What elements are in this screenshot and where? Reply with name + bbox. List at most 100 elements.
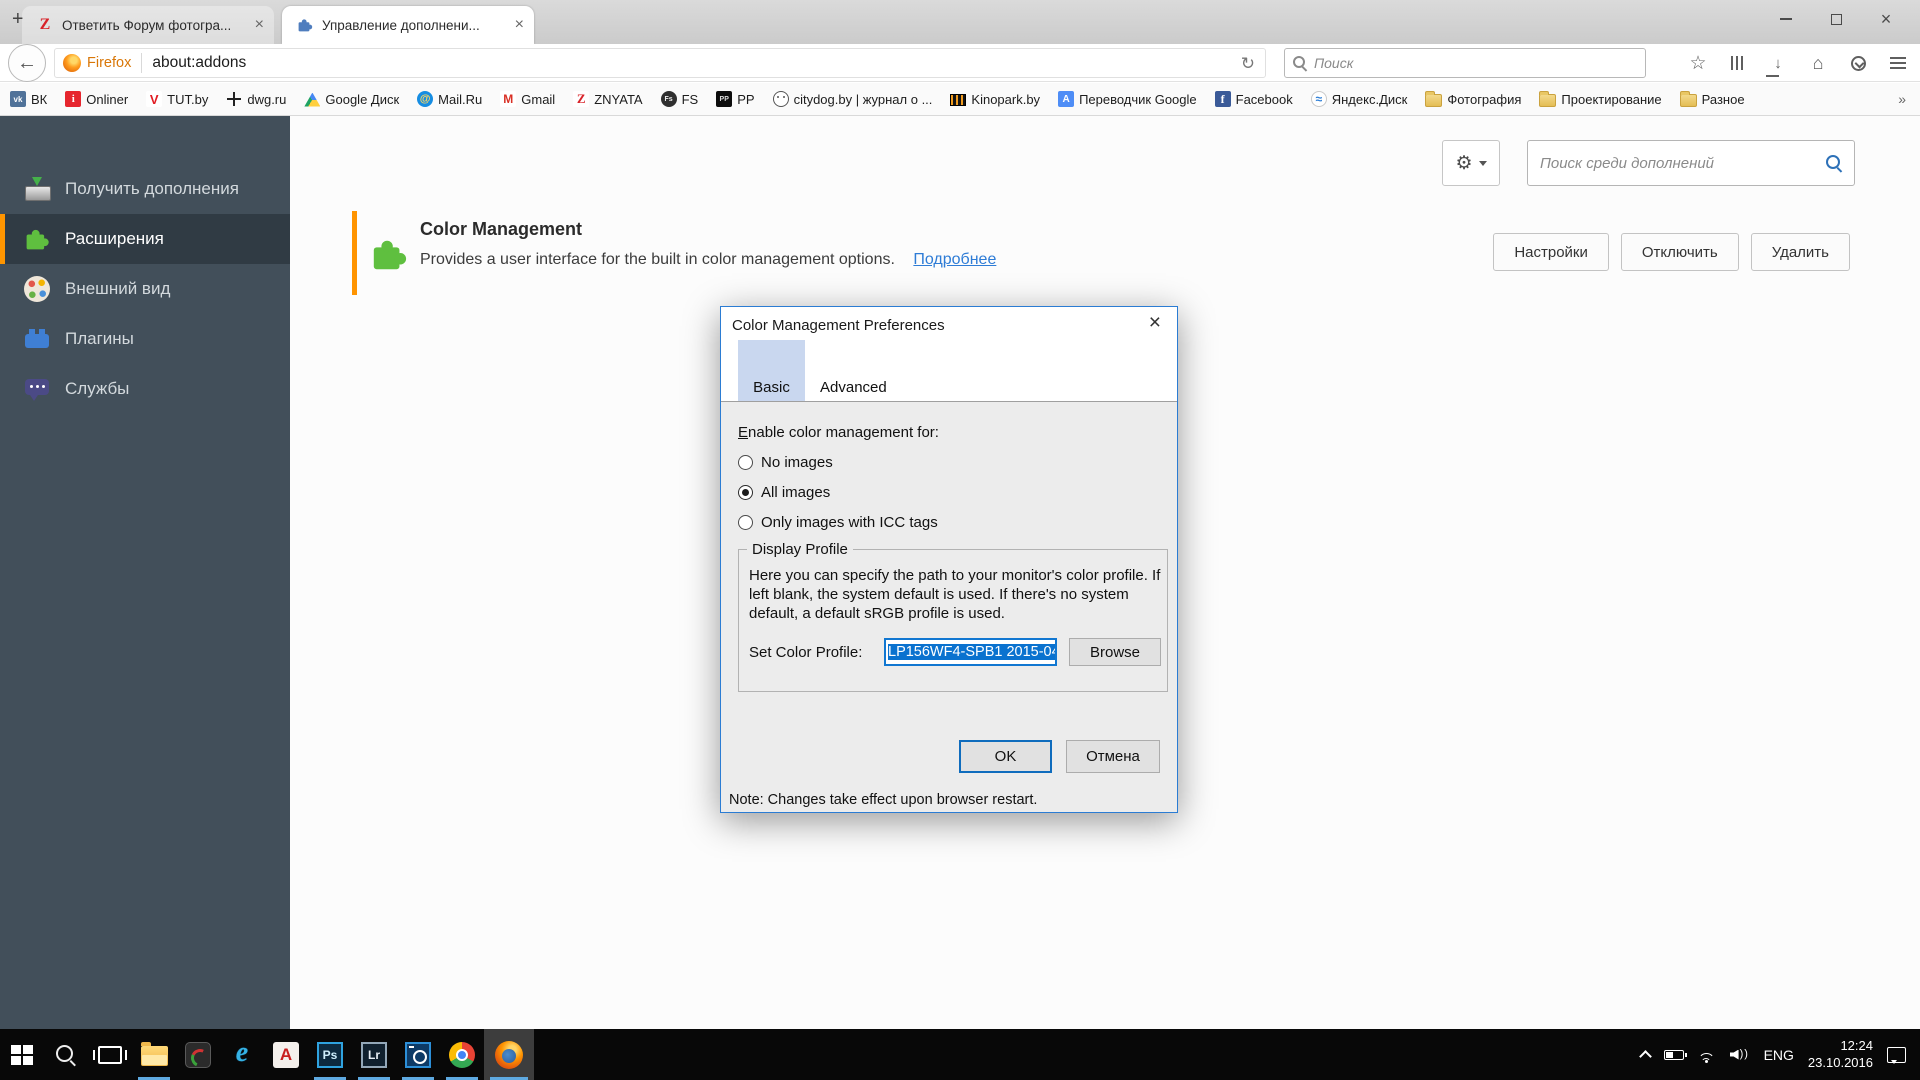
menu-icon[interactable] (1888, 53, 1908, 73)
bookmark-item[interactable]: ≈ Яндекс.Диск (1310, 91, 1407, 107)
volume-icon[interactable] (1730, 1048, 1750, 1062)
color-profile-input[interactable]: LP156WF4-SPB1 2015-04 (884, 638, 1057, 666)
bookmark-item[interactable]: PP PP (716, 91, 755, 107)
bookmarks-overflow-chevron[interactable]: » (1898, 91, 1910, 107)
tab-basic[interactable]: Basic (738, 340, 805, 401)
sidebar-item-services[interactable]: Службы (0, 364, 290, 414)
navigation-bar: ← Firefox about:addons ↻ ☆ ↓ ⌂ (0, 44, 1920, 82)
close-window-icon[interactable]: × (1878, 9, 1894, 29)
tray-chevron-icon[interactable] (1638, 1050, 1652, 1063)
tools-for-addons-button[interactable]: ⚙ (1442, 140, 1500, 186)
taskbar-clock[interactable]: 12:24 23.10.2016 (1808, 1038, 1873, 1071)
sidebar-item-get[interactable]: Получить дополнения (0, 164, 290, 214)
bookmark-item[interactable]: Google Диск (304, 92, 399, 107)
bookmark-item[interactable]: f Facebook (1214, 91, 1293, 107)
taskbar-taskview-button[interactable] (88, 1029, 132, 1080)
settings-button[interactable]: Настройки (1493, 233, 1609, 271)
identity-separator (141, 53, 143, 73)
bookmark-item[interactable]: @ Mail.Ru (417, 91, 482, 107)
bookmark-label: Facebook (1235, 91, 1293, 107)
browser-tab[interactable]: Z Ответить Форум фотогра... × (22, 6, 274, 44)
radio-option-2[interactable]: Only images with ICC tags (738, 512, 938, 532)
browse-button[interactable]: Browse (1069, 638, 1161, 666)
taskbar-search-button[interactable] (44, 1029, 88, 1080)
browser-search-box[interactable] (1284, 48, 1646, 78)
radio-option-0[interactable]: No images (738, 452, 833, 472)
bookmark-item[interactable]: Z ZNYATA (573, 91, 643, 107)
tab-close-icon[interactable]: × (255, 17, 264, 33)
dog-favicon-icon (772, 91, 789, 107)
radio-unchecked-icon[interactable] (738, 514, 753, 530)
bookmark-item[interactable]: V TUT.by (146, 91, 208, 107)
addons-search-icon[interactable] (1826, 155, 1842, 171)
site-identity[interactable]: Firefox (63, 54, 131, 72)
cancel-button[interactable]: Отмена (1066, 740, 1160, 773)
bookmark-item[interactable]: M Gmail (500, 91, 555, 107)
tab-close-icon[interactable]: × (515, 17, 524, 33)
tab-strip: Z Ответить Форум фотогра... × Управление до… (22, 6, 542, 44)
bookmark-item[interactable]: Фотография (1425, 90, 1521, 107)
bookmark-item[interactable]: Проектирование (1539, 90, 1662, 107)
browser-tab[interactable]: Управление дополнени... × (282, 6, 534, 44)
taskbar-explorer-button[interactable] (132, 1029, 176, 1080)
taskbar-autocad-button[interactable]: A (264, 1029, 308, 1080)
pocket-icon[interactable] (1848, 53, 1868, 73)
sidebar-item-plugins[interactable]: Плагины (0, 314, 290, 364)
bookmarks-toolbar: vk ВК i Onliner V TUT.by dwg.ru Google Диск @ Mai… (0, 83, 1920, 116)
gear-icon: ⚙ (1455, 152, 1473, 174)
bookmark-item[interactable]: A Переводчик Google (1058, 91, 1197, 107)
taskbar-ie-button[interactable]: e (220, 1029, 264, 1080)
dropdown-caret-icon (1478, 160, 1487, 170)
radio-label: All images (761, 483, 831, 501)
sidebar-item-appearance[interactable]: Внешний вид (0, 264, 290, 314)
bookmark-item[interactable]: vk ВК (10, 91, 47, 107)
taskview-icon (93, 1045, 127, 1064)
home-icon[interactable]: ⌂ (1808, 53, 1828, 73)
addons-search-input[interactable] (1540, 154, 1826, 172)
minimize-icon[interactable] (1778, 11, 1794, 27)
radio-checked-icon[interactable] (738, 484, 753, 500)
taskbar-firefox-button[interactable] (484, 1029, 534, 1080)
bookmark-item[interactable]: dwg.ru (226, 91, 286, 107)
addons-search-box[interactable] (1527, 140, 1855, 186)
back-button[interactable]: ← (8, 44, 46, 82)
taskbar-camera-button[interactable] (396, 1029, 440, 1080)
disable-button[interactable]: Отключить (1620, 233, 1739, 271)
tab-advanced[interactable]: Advanced (820, 379, 887, 396)
library-icon[interactable] (1728, 53, 1748, 73)
dialog-close-icon[interactable]: × (1143, 311, 1167, 335)
bookmark-star-icon[interactable]: ☆ (1688, 53, 1708, 74)
taskbar-photoshop-button[interactable]: Ps (308, 1029, 352, 1080)
taskbar-lightroom-button[interactable]: Lr (352, 1029, 396, 1080)
firefox-window: Z Ответить Форум фотогра... × Управление до… (0, 0, 1920, 1080)
extension-description-line: Provides a user interface for the built … (420, 251, 996, 269)
znyata-favicon-icon: Z (573, 91, 590, 107)
taskbar-start-button[interactable] (0, 1029, 44, 1080)
browser-search-input[interactable] (1314, 55, 1637, 71)
sidebar-item-extensions[interactable]: Расширения (0, 214, 290, 264)
more-link[interactable]: Подробнее (913, 251, 996, 268)
ok-button[interactable]: OK (959, 740, 1052, 773)
url-text[interactable]: about:addons (152, 54, 246, 72)
bookmark-item[interactable]: Разное (1679, 90, 1745, 107)
reload-icon[interactable]: ↻ (1241, 49, 1255, 79)
bookmark-item[interactable]: Fs FS (660, 91, 698, 107)
taskbar-gauge-button[interactable] (176, 1029, 220, 1080)
wifi-icon[interactable] (1697, 1047, 1716, 1063)
taskbar-chrome-button[interactable] (440, 1029, 484, 1080)
radio-option-1[interactable]: All images (738, 482, 830, 502)
downloads-icon[interactable]: ↓ (1766, 53, 1788, 77)
language-indicator[interactable]: ENG (1764, 1047, 1794, 1063)
action-center-icon[interactable] (1887, 1046, 1906, 1064)
maximize-icon[interactable] (1828, 11, 1844, 27)
bookmark-item[interactable]: citydog.by | журнал о ... (772, 91, 932, 107)
url-bar[interactable]: Firefox about:addons ↻ (54, 48, 1266, 78)
system-tray: ENG 12:24 23.10.2016 (1638, 1029, 1920, 1080)
remove-button[interactable]: Удалить (1750, 233, 1850, 271)
groupbox-description: Here you can specify the path to your mo… (749, 567, 1161, 622)
bookmark-label: Google Диск (325, 91, 400, 107)
bookmark-item[interactable]: i Onliner (65, 91, 128, 107)
battery-icon[interactable] (1663, 1049, 1687, 1060)
bookmark-item[interactable]: Kinopark.by (950, 92, 1040, 107)
radio-unchecked-icon[interactable] (738, 454, 753, 470)
